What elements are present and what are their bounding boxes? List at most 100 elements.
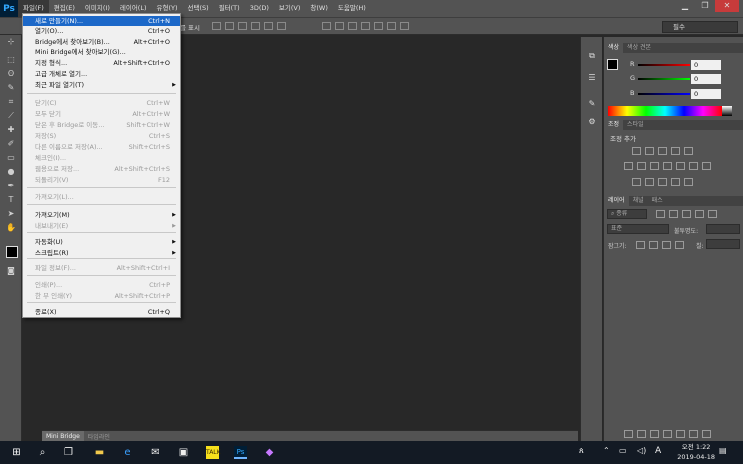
new-group-icon[interactable] — [676, 430, 685, 438]
invert-icon[interactable] — [632, 178, 641, 186]
path-select-tool-icon[interactable]: ➤ — [5, 209, 17, 219]
levels-icon[interactable] — [645, 147, 654, 155]
layer-style-icon[interactable] — [637, 430, 646, 438]
history-panel-icon[interactable]: ⧉ — [586, 51, 598, 63]
workspace-select[interactable]: 필수 — [662, 21, 738, 33]
minimize-button[interactable]: ▁ — [675, 0, 695, 12]
new-layer-icon[interactable] — [689, 430, 698, 438]
menu-view[interactable]: 보기(V) — [274, 0, 305, 17]
restore-button[interactable]: ❐ — [695, 0, 715, 12]
distribute-left-icon[interactable] — [361, 22, 370, 30]
opacity-field[interactable] — [706, 224, 740, 234]
filter-shape-icon[interactable] — [695, 210, 704, 218]
file-menu-item[interactable]: 열기(O)... Ctrl+O — [23, 26, 180, 36]
properties-panel-icon[interactable]: ☰ — [586, 73, 598, 85]
blend-mode-select[interactable]: 표준 — [607, 224, 669, 234]
lock-position-icon[interactable] — [662, 241, 671, 249]
filter-pixel-icon[interactable] — [656, 210, 665, 218]
move-tool-icon[interactable]: ⊹ — [5, 37, 17, 47]
menu-help[interactable]: 도움말(H) — [333, 0, 371, 17]
pen-tool-icon[interactable]: ✒ — [5, 181, 17, 191]
threshold-icon[interactable] — [658, 178, 667, 186]
tab-mini-bridge[interactable]: Mini Bridge — [42, 430, 84, 442]
menu-select[interactable]: 선택(S) — [183, 0, 214, 17]
lock-pixels-icon[interactable] — [636, 241, 645, 249]
green-track[interactable] — [638, 78, 690, 80]
vibrance-icon[interactable] — [684, 147, 693, 155]
photo-filter-icon[interactable] — [663, 162, 672, 170]
blur-tool-icon[interactable]: ● — [5, 167, 17, 177]
green-slider[interactable]: G 0 — [608, 74, 742, 84]
link-layers-icon[interactable] — [624, 430, 633, 438]
align-top-icon[interactable] — [212, 22, 221, 30]
file-menu-item[interactable]: 고급 개체로 열기... — [23, 69, 180, 79]
app-taskbar-icon[interactable]: ◆ — [263, 446, 276, 459]
file-menu-item[interactable]: Mini Bridge에서 찾아보기(G)... — [23, 47, 180, 57]
align-right-icon[interactable] — [277, 22, 286, 30]
healing-brush-tool-icon[interactable]: ✚ — [5, 125, 17, 135]
quick-mask-icon[interactable]: ◙ — [5, 266, 17, 276]
file-menu-item[interactable]: 최근 파일 열기(T) ▶ — [23, 80, 180, 90]
eraser-tool-icon[interactable]: ▭ — [5, 153, 17, 163]
file-menu-item[interactable]: 가져오기(M) ▶ — [23, 210, 180, 220]
kakaotalk-icon[interactable]: TALK — [206, 446, 221, 459]
curves-icon[interactable] — [658, 147, 667, 155]
color-spectrum[interactable] — [608, 106, 722, 116]
align-center-icon[interactable] — [264, 22, 273, 30]
filter-adjust-icon[interactable] — [669, 210, 678, 218]
file-menu-item[interactable]: 새로 만들기(N)... Ctrl+N — [23, 16, 180, 26]
distribute-center-icon[interactable] — [374, 22, 383, 30]
blue-value-field[interactable]: 0 — [691, 89, 721, 99]
new-adjustment-icon[interactable] — [663, 430, 672, 438]
layer-filter-select[interactable]: ⌕ 종류 — [607, 209, 647, 219]
clone-source-panel-icon[interactable]: ⚙ — [586, 117, 598, 129]
windows-start-icon[interactable]: ⊞ — [10, 446, 23, 459]
filter-type-icon[interactable] — [682, 210, 691, 218]
lasso-tool-icon[interactable]: ʘ — [5, 69, 17, 79]
black-white-icon[interactable] — [650, 162, 659, 170]
type-tool-icon[interactable]: T — [5, 195, 17, 205]
add-mask-icon[interactable] — [650, 430, 659, 438]
fill-field[interactable] — [706, 239, 740, 249]
tab-styles[interactable]: 스타일 — [623, 120, 648, 130]
brush-panel-icon[interactable]: ✎ — [586, 99, 598, 111]
distribute-right-icon[interactable] — [387, 22, 396, 30]
input-language[interactable]: A — [655, 446, 661, 456]
red-slider[interactable]: R 0 — [608, 60, 742, 70]
tab-layers[interactable]: 레이어 — [604, 196, 629, 206]
tray-chevron-icon[interactable]: ⌃ — [603, 446, 610, 455]
foreground-color-swatch[interactable] — [6, 246, 18, 258]
lock-all-icon[interactable] — [675, 241, 684, 249]
menu-filter[interactable]: 필터(T) — [214, 0, 245, 17]
network-icon[interactable]: ▭ — [619, 446, 627, 455]
people-icon[interactable]: ጰ — [579, 446, 584, 456]
red-value-field[interactable]: 0 — [691, 60, 721, 70]
file-menu-item[interactable]: 종료(X) Ctrl+Q — [23, 307, 180, 317]
hand-tool-icon[interactable]: ✋ — [5, 223, 17, 233]
gradient-map-icon[interactable] — [671, 178, 680, 186]
brush-tool-icon[interactable]: ✐ — [5, 139, 17, 149]
file-menu-item[interactable]: Bridge에서 찾아보기(B)... Alt+Ctrl+O — [23, 37, 180, 47]
file-menu-item[interactable]: 스크립트(R) ▶ — [23, 248, 180, 258]
align-bottom-icon[interactable] — [238, 22, 247, 30]
menu-window[interactable]: 창(W) — [305, 0, 332, 17]
grid-icon[interactable] — [702, 162, 711, 170]
tab-channels[interactable]: 채널 — [629, 196, 648, 206]
photoshop-taskbar-icon[interactable]: Ps — [234, 446, 247, 459]
tab-adjustments[interactable]: 조정 — [604, 120, 624, 130]
taskbar-clock[interactable]: 오전 1:22 2019-04-18 — [677, 442, 715, 462]
quick-select-tool-icon[interactable]: ✎ — [5, 83, 17, 93]
tab-paths[interactable]: 패스 — [648, 196, 667, 206]
blue-slider[interactable]: B 0 — [608, 89, 742, 99]
tab-color[interactable]: 색상 — [604, 43, 624, 53]
show-transform-label[interactable]: 를 표시 — [180, 22, 200, 32]
marquee-tool-icon[interactable]: ⬚ — [5, 55, 17, 65]
mail-icon[interactable]: ✉ — [149, 446, 162, 459]
hue-saturation-icon[interactable] — [624, 162, 633, 170]
file-menu-item[interactable]: 지정 형식... Alt+Shift+Ctrl+O — [23, 58, 180, 68]
channel-mixer-icon[interactable] — [676, 162, 685, 170]
color-spectrum-bw[interactable] — [722, 106, 732, 116]
volume-icon[interactable]: ◁) — [637, 446, 646, 455]
delete-layer-icon[interactable] — [702, 430, 711, 438]
align-left-icon[interactable] — [251, 22, 260, 30]
